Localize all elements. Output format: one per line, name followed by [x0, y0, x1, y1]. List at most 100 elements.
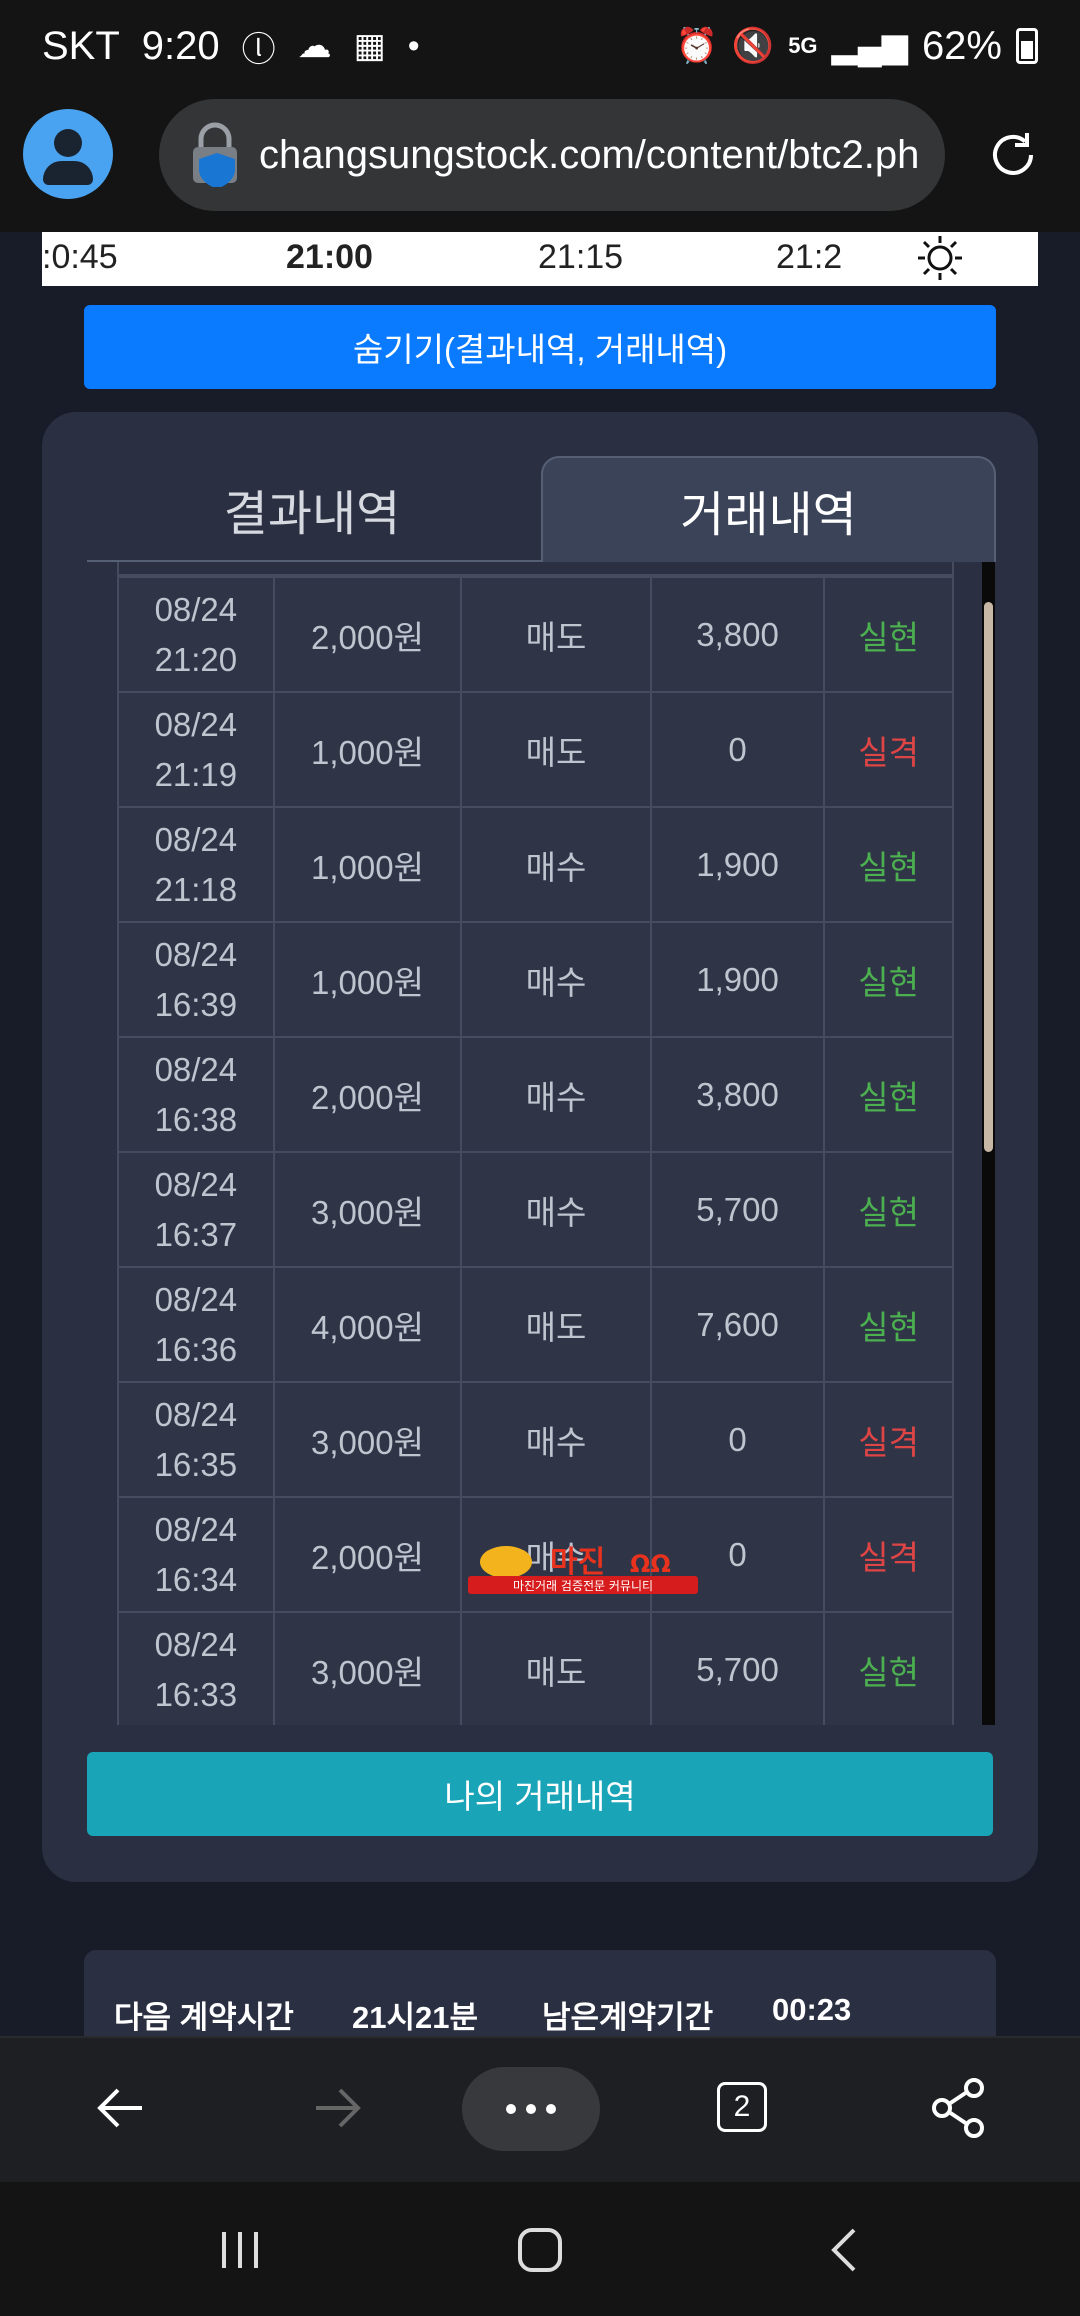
- profile-avatar-icon[interactable]: [23, 109, 113, 199]
- trade-amount: 3,000원: [272, 1151, 463, 1268]
- network-type: 5G: [788, 33, 818, 58]
- time-axis-label: 21:00: [286, 238, 373, 276]
- trade-datetime: 08/24 21:20: [117, 576, 275, 693]
- address-bar[interactable]: changsungstock.com/content/btc2.ph: [159, 99, 945, 211]
- trade-result: 실격: [823, 1496, 954, 1613]
- hide-history-button[interactable]: 숨기기(결과내역, 거래내역): [84, 305, 996, 389]
- table-row: 08/24 21:18 1,000원 매수 1,900 실현: [117, 806, 954, 923]
- trade-time: 21:18: [154, 870, 238, 908]
- trade-amount: 2,000원: [272, 1496, 463, 1613]
- table-row: 08/24 16:36 4,000원 매도 7,600 실현: [117, 1266, 954, 1383]
- system-navigation-bar: [0, 2182, 1080, 2316]
- system-back-icon[interactable]: [816, 2220, 876, 2280]
- trade-value: 0: [649, 691, 826, 808]
- table-row: 08/24 16:39 1,000원 매수 1,900 실현: [117, 921, 954, 1038]
- trade-date: 08/24: [154, 935, 238, 973]
- tab-results[interactable]: 결과내역: [87, 456, 537, 562]
- next-contract-value: 21시21분: [352, 2000, 479, 2035]
- remaining-value: 00:23: [772, 1992, 852, 2027]
- recent-apps-icon[interactable]: [210, 2220, 270, 2280]
- tabs-count-button[interactable]: 2: [717, 2082, 767, 2132]
- trade-date: 08/24: [154, 1625, 238, 1663]
- trade-date: 08/24: [154, 705, 238, 743]
- trade-amount: 2,000원: [272, 1036, 463, 1153]
- trade-result: 실격: [823, 691, 954, 808]
- trade-datetime: 08/24 16:34: [117, 1496, 275, 1613]
- secure-lock-icon[interactable]: [189, 121, 241, 187]
- trade-time: 16:34: [154, 1560, 238, 1598]
- cloud-icon: ☁: [297, 27, 332, 65]
- table-row: 08/24 16:33 3,000원 매도 5,700 실현: [117, 1611, 954, 1725]
- chart-time-axis: :0:45 21:00 21:15 21:2: [42, 232, 1038, 286]
- trade-amount: 1,000원: [272, 921, 463, 1038]
- trade-time: 16:39: [154, 985, 238, 1023]
- svg-text:마진거래 검증전문 커뮤니티: 마진거래 검증전문 커뮤니티: [513, 1579, 653, 1593]
- table-row: 08/24 16:38 2,000원 매수 3,800 실현: [117, 1036, 954, 1153]
- time-axis-label: 21:2: [776, 238, 843, 276]
- trade-datetime: 08/24 16:39: [117, 921, 275, 1038]
- trade-datetime: 08/24 16:38: [117, 1036, 275, 1153]
- trade-amount: 1,000원: [272, 806, 463, 923]
- table-row: 08/24 21:20 2,000원 매도 3,800 실현: [117, 576, 954, 693]
- trade-date: 08/24: [154, 1165, 238, 1203]
- history-panel: 결과내역 거래내역 08/24 21:20 2,000원 매도 3,800 실현 08/24…: [42, 412, 1038, 1882]
- tab-trades[interactable]: 거래내역: [541, 456, 996, 562]
- home-icon[interactable]: [510, 2220, 570, 2280]
- trade-value: 3,800: [649, 576, 826, 693]
- trade-side: 매수: [460, 1036, 652, 1153]
- trade-time: 16:38: [154, 1100, 238, 1138]
- time-axis-label: :0:45: [42, 238, 118, 276]
- trade-side: 매수: [460, 806, 652, 923]
- trade-result: 실현: [823, 1266, 954, 1383]
- trade-amount: 4,000원: [272, 1266, 463, 1383]
- reload-icon[interactable]: [985, 127, 1041, 183]
- trade-value: 1,900: [649, 806, 826, 923]
- table-row: 08/24 16:37 3,000원 매수 5,700 실현: [117, 1151, 954, 1268]
- my-trades-button[interactable]: 나의 거래내역: [87, 1752, 993, 1836]
- trade-amount: 1,000원: [272, 691, 463, 808]
- back-arrow-icon[interactable]: [82, 2068, 162, 2148]
- trade-result: 실현: [823, 1036, 954, 1153]
- trade-date: 08/24: [154, 820, 238, 858]
- forward-arrow-icon[interactable]: [296, 2068, 376, 2148]
- trade-result: 실현: [823, 1151, 954, 1268]
- trade-value: 5,700: [649, 1611, 826, 1725]
- table-row: 08/24 21:19 1,000원 매도 0 실격: [117, 691, 954, 808]
- trade-value: 1,900: [649, 921, 826, 1038]
- trade-datetime: 08/24 21:18: [117, 806, 275, 923]
- trade-result: 실격: [823, 1381, 954, 1498]
- trade-date: 08/24: [154, 590, 238, 628]
- trade-time: 16:33: [154, 1675, 238, 1713]
- time-axis-label: 21:15: [538, 238, 624, 276]
- trade-value: 7,600: [649, 1266, 826, 1383]
- url-text: changsungstock.com/content/btc2.ph: [259, 132, 920, 177]
- svg-text:마진: 마진: [550, 1545, 605, 1580]
- watermark-logo: 마진 ΩΩ 마진거래 검증전문 커뮤니티: [468, 1545, 698, 1594]
- mute-icon: 🔇: [731, 27, 775, 65]
- trade-side: 매도: [460, 691, 652, 808]
- signal-icon: ▂▄▆: [831, 27, 908, 65]
- more-menu-button[interactable]: [462, 2067, 600, 2151]
- carrier-label: SKT: [42, 23, 120, 68]
- battery-icon: [1016, 28, 1038, 64]
- trade-side: 매수: [460, 1151, 652, 1268]
- battery-percent: 62%: [921, 23, 1002, 68]
- trade-result: 실현: [823, 1611, 954, 1725]
- trade-date: 08/24: [154, 1510, 238, 1548]
- trade-time: 16:37: [154, 1215, 238, 1253]
- trade-datetime: 08/24 21:19: [117, 691, 275, 808]
- remaining-label: 남은계약기간: [542, 2000, 714, 2035]
- trade-result: 실현: [823, 576, 954, 693]
- share-icon[interactable]: [918, 2068, 998, 2148]
- trade-time: 21:19: [154, 755, 238, 793]
- trade-amount: 3,000원: [272, 1611, 463, 1725]
- calendar-icon: ▦: [353, 27, 386, 65]
- scrollbar-thumb[interactable]: [984, 602, 993, 1152]
- trade-side: 매도: [460, 1611, 652, 1725]
- trade-date: 08/24: [154, 1050, 238, 1088]
- table-row: 08/24 16:35 3,000원 매수 0 실격: [117, 1381, 954, 1498]
- trade-side: 매도: [460, 1266, 652, 1383]
- next-contract-label: 다음 계약시간: [114, 2000, 294, 2035]
- trade-side: 매수: [460, 1381, 652, 1498]
- theme-toggle-sun-icon[interactable]: [916, 234, 964, 282]
